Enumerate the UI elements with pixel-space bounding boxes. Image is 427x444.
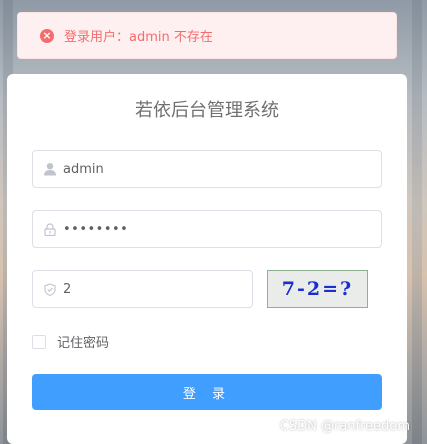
page-title: 若依后台管理系统	[135, 100, 279, 121]
remember-me[interactable]: 记住密码	[32, 332, 109, 351]
captcha-image[interactable]: 7-2=?	[267, 270, 368, 308]
captcha-field[interactable]: 2	[32, 270, 253, 308]
username-value[interactable]: admin	[63, 162, 104, 177]
remember-label[interactable]: 记住密码	[57, 332, 109, 351]
username-field[interactable]: admin	[32, 150, 382, 188]
error-alert: × 登录用户：admin 不存在	[17, 12, 397, 59]
user-icon	[42, 161, 58, 177]
login-button[interactable]: 登 录	[32, 374, 382, 410]
lock-icon	[42, 221, 58, 237]
remember-checkbox[interactable]	[32, 334, 46, 349]
shield-icon	[42, 281, 58, 297]
captcha-value[interactable]: 2	[63, 282, 71, 297]
watermark: CSDN @ranfreedom	[279, 419, 410, 434]
alert-message: 登录用户：admin 不存在	[64, 30, 213, 45]
password-field[interactable]: ••••••••	[32, 210, 382, 248]
background-streak-right	[412, 0, 422, 444]
login-card: 若依后台管理系统 admin •••••••• 2 7-2=? 记住密码 登 录	[7, 74, 407, 444]
error-icon: ×	[40, 28, 54, 43]
password-value[interactable]: ••••••••	[63, 222, 128, 237]
